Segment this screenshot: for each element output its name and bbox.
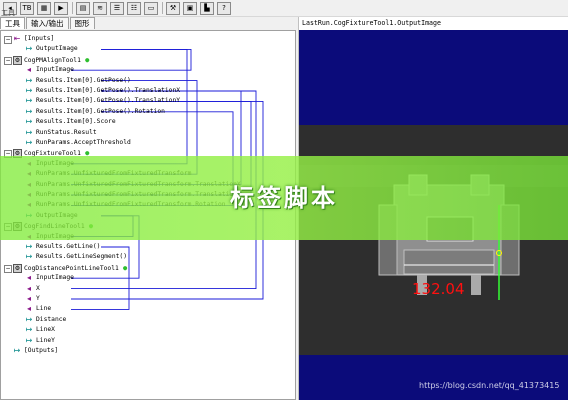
toolbar-separator: [72, 2, 73, 14]
tab-graphics[interactable]: 图形: [69, 17, 95, 29]
node-label: Results.Item[0].GetPose().TranslationY: [36, 97, 181, 105]
output-terminal-icon: ↦: [25, 117, 33, 127]
terminal-node[interactable]: Results.GetLineSegment(): [36, 252, 127, 262]
tb-icon[interactable]: TB: [20, 1, 34, 15]
node-label: InputImage: [36, 66, 74, 74]
node-label: Results.GetLineSegment(): [36, 253, 127, 261]
output-terminal-icon: ↦: [25, 127, 33, 137]
expand-toggle[interactable]: −: [4, 56, 12, 65]
node-label: InputImage: [36, 274, 74, 282]
output-terminal-icon: ↦: [25, 314, 33, 324]
watermark: https://blog.csdn.net/qq_41373415: [419, 381, 560, 390]
toolbar: ◂ TB ▦ ▶ ▤ ≋ ☰ ☷ ▭ ⚒ ▣ ▙?: [0, 0, 568, 17]
output-terminal-icon: ↦: [25, 242, 33, 251]
save-icon[interactable]: ▭: [144, 1, 158, 15]
stack-icon[interactable]: ≋: [93, 1, 107, 15]
node-label: Results.Item[0].Score: [36, 118, 116, 126]
terminal-node[interactable]: Distance: [36, 315, 66, 325]
tool-icon: ⚙: [13, 263, 22, 273]
tab-strip: 工具 输入/输出 图形: [0, 17, 298, 29]
input-terminal-icon: ◂: [26, 304, 31, 314]
node-label: LineX: [36, 326, 55, 334]
node-label: Distance: [36, 315, 67, 323]
terminal-node[interactable]: Line: [36, 304, 51, 314]
node-label: LineY: [36, 336, 55, 344]
output-terminal-icon: ↦: [25, 75, 33, 85]
terminal-node[interactable]: Results.Item[0].GetPose(): [36, 76, 131, 86]
output-terminal-icon: ↦: [25, 86, 33, 95]
output-terminal-icon: ↦: [25, 106, 33, 116]
chart-icon[interactable]: ▙: [200, 1, 214, 15]
input-terminal-icon: ◂: [26, 273, 31, 283]
terminal-node[interactable]: LineX: [36, 325, 55, 335]
list2-icon[interactable]: ☷: [127, 1, 141, 15]
node-label: Y: [36, 295, 40, 302]
node-label: CogDistancePointLineTool1: [24, 264, 119, 272]
group-node[interactable]: [Outputs]: [24, 346, 58, 356]
tool-node[interactable]: CogPMAlignTool1 ●: [24, 55, 89, 65]
input-terminal-icon: ◂: [26, 65, 31, 75]
terminal-node[interactable]: Results.GetLine(): [36, 242, 100, 252]
terminal-node[interactable]: InputImage: [36, 273, 74, 283]
expand-toggle[interactable]: −: [4, 36, 12, 44]
terminal-node[interactable]: InputImage: [36, 65, 74, 75]
terminal-node[interactable]: Results.Item[0].Score: [36, 117, 116, 127]
node-label: Results.Item[0].GetPose().Rotation: [36, 107, 165, 115]
expand-toggle[interactable]: −: [4, 264, 12, 273]
tab-tools[interactable]: 工具: [0, 17, 25, 29]
input-terminal-icon: ◂: [26, 283, 31, 293]
inputs-icon: ⇤: [13, 34, 21, 43]
terminal-node[interactable]: RunStatus.Result: [36, 128, 97, 138]
distance-value: 132.04: [412, 280, 465, 298]
node-label: Results.Item[0].GetPose(): [36, 76, 131, 84]
node-label: CogPMAlignTool1: [24, 56, 81, 64]
img-icon[interactable]: ▣: [183, 1, 197, 15]
node-label: Line: [36, 305, 52, 313]
terminal-node[interactable]: Results.Item[0].GetPose().TranslationY: [36, 96, 180, 106]
terminal-node[interactable]: Results.Item[0].GetPose().Rotation: [36, 107, 165, 117]
terminal-node[interactable]: LineY: [36, 336, 55, 346]
status-ok-icon: ●: [118, 263, 128, 272]
node-label: [Inputs]: [24, 35, 55, 42]
output-terminal-icon: ↦: [25, 96, 33, 106]
banner-title: 标签脚本: [230, 184, 338, 212]
group-node[interactable]: [Inputs]: [24, 34, 54, 44]
node-label: Results.GetLine(): [36, 243, 101, 250]
output-terminal-icon: ↦: [25, 44, 33, 54]
node-label: [Outputs]: [24, 347, 59, 354]
output-terminal-icon: ↦: [25, 252, 33, 262]
toolbar-separator: [162, 2, 163, 14]
node-label: RunParams.AcceptThreshold: [36, 139, 131, 146]
tab-inputs-outputs[interactable]: 输入/输出: [26, 17, 69, 29]
terminal-node[interactable]: Y: [36, 294, 40, 304]
node-label: X: [36, 284, 40, 292]
output-terminal-icon: ↦: [25, 138, 33, 147]
viewer-title: LastRun.CogFixtureTool1.OutputImage: [302, 19, 441, 27]
tool-node[interactable]: CogDistancePointLineTool1 ●: [24, 263, 127, 273]
run-icon[interactable]: ▶: [54, 1, 68, 15]
open-icon[interactable]: ▤: [76, 1, 90, 15]
outputs-icon: ↦: [13, 346, 21, 355]
terminal-node[interactable]: X: [36, 284, 40, 294]
node-label: RunStatus.Result: [36, 128, 97, 136]
tools-icon[interactable]: ⚒: [166, 1, 180, 15]
terminal-node[interactable]: OutputImage: [36, 44, 78, 54]
help-icon[interactable]: ?: [217, 1, 231, 15]
tool-icon: ⚙: [13, 55, 22, 65]
terminal-node[interactable]: Results.Item[0].GetPose().TranslationX: [36, 86, 180, 96]
status-ok-icon: ●: [80, 55, 90, 64]
terminal-node[interactable]: RunParams.AcceptThreshold: [36, 138, 131, 148]
node-label: Results.Item[0].GetPose().TranslationX: [36, 87, 181, 94]
input-terminal-icon: ◂: [26, 294, 31, 303]
node-label: OutputImage: [36, 45, 78, 53]
output-terminal-icon: ↦: [25, 335, 33, 345]
list1-icon[interactable]: ☰: [110, 1, 124, 15]
grid-icon[interactable]: ▦: [37, 1, 51, 15]
output-terminal-icon: ↦: [25, 325, 33, 335]
